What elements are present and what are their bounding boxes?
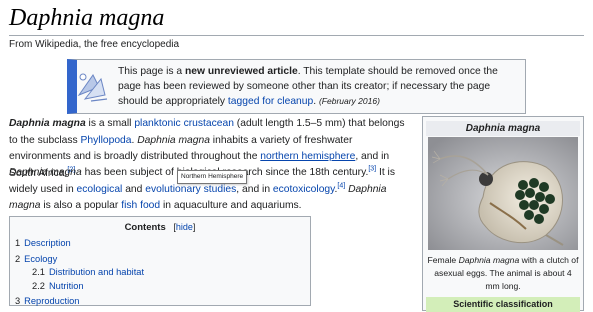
toc-heading: Contents [hide] <box>124 222 196 233</box>
site-tagline: From Wikipedia, the free encyclopedia <box>9 39 180 50</box>
toc-item-nutrition[interactable]: 2.2 Nutrition <box>32 281 84 291</box>
table-of-contents: Contents [hide] 1 Description 2 Ecology 2.… <box>9 216 311 306</box>
toc-item-reproduction[interactable]: 3 Reproduction <box>15 296 79 306</box>
tagged-for-cleanup-link[interactable]: tagged for cleanup <box>228 96 313 107</box>
toc-item-ecology[interactable]: 2 Ecology <box>15 254 57 264</box>
page-title: Daphnia magna <box>9 3 584 36</box>
ecotoxicology-link[interactable]: ecotoxicology <box>273 184 335 195</box>
daphnia-photo[interactable] <box>428 137 578 250</box>
toc-item-description[interactable]: 1 Description <box>15 238 71 248</box>
ecological-link[interactable]: ecological <box>77 184 123 195</box>
scientific-classification-header: Scientific classification <box>426 297 580 312</box>
infobox-caption: Female Daphnia magna with a clutch of as… <box>427 255 579 291</box>
toc-hide-toggle[interactable]: [hide] <box>168 222 195 232</box>
toc-item-distribution-and-habitat[interactable]: 2.1 Distribution and habitat <box>32 267 144 277</box>
phyllopoda-link[interactable]: Phyllopoda <box>81 135 132 146</box>
crustacean-link[interactable]: crustacean <box>184 118 234 129</box>
link-tooltip: Northern Hemisphere <box>177 170 248 184</box>
infobox: Daphnia magna Female Daphnia magna with … <box>422 116 584 312</box>
infobox-title: Daphnia magna <box>426 121 580 136</box>
fish-food-link[interactable]: fish food <box>121 200 160 211</box>
northern-hemisphere-link[interactable]: northern hemisphere <box>260 151 355 162</box>
evolutionary-studies-link[interactable]: evolutionary studies <box>145 184 236 195</box>
notice-date: (February 2016) <box>318 96 380 107</box>
reference-3-link[interactable]: [3] <box>368 166 376 173</box>
notice-text: This page is a new unreviewed article. T… <box>118 66 498 108</box>
new-article-icon <box>77 73 108 102</box>
unreviewed-article-notice: This page is a new unreviewed article. T… <box>67 59 526 114</box>
notice-bold-text: new unreviewed article <box>184 66 298 77</box>
planktonic-link[interactable]: planktonic <box>134 118 180 129</box>
